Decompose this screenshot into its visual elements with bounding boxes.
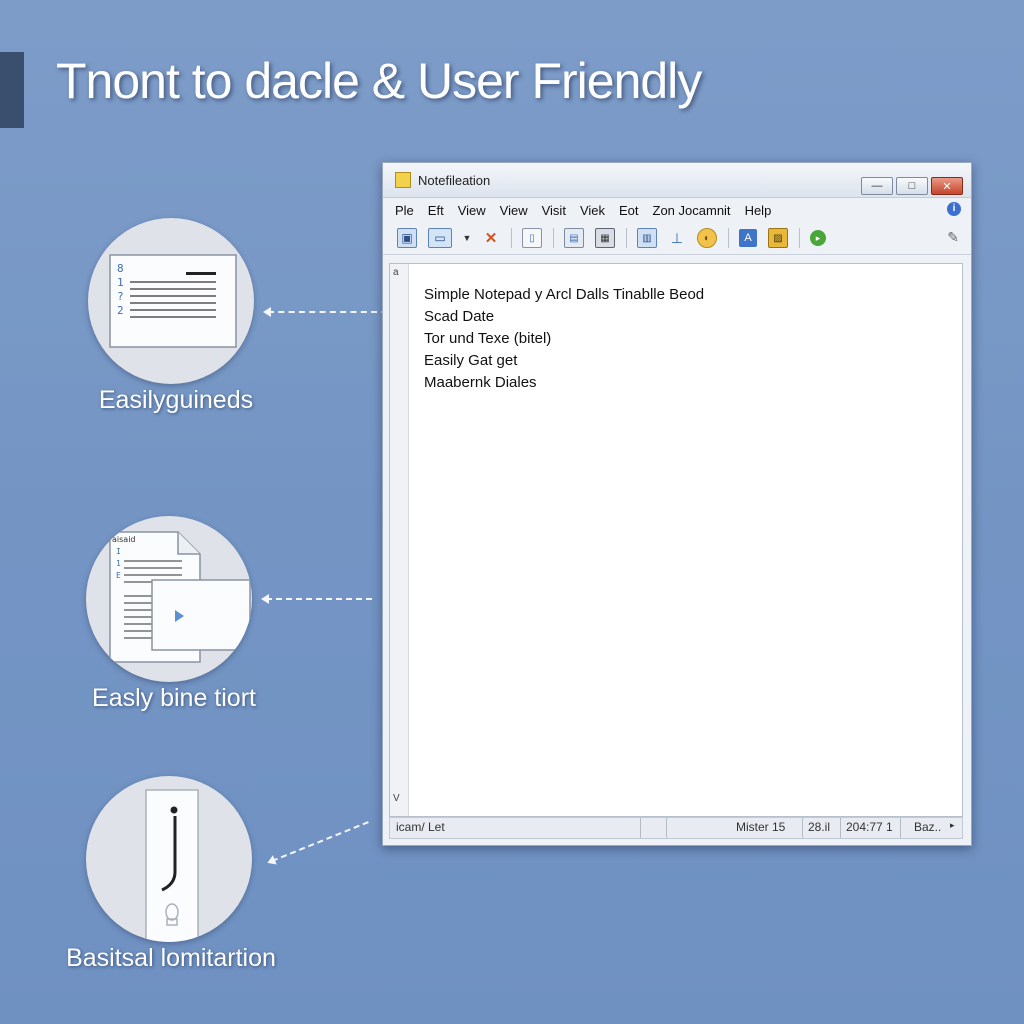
find-icon[interactable]: ⊥ [668,229,686,247]
status-left: icam/ Let [396,820,445,834]
app-icon [395,172,411,188]
menu-item-viek[interactable]: Viek [580,203,605,218]
svg-text:aisaid: aisaid [112,535,136,544]
status-column: 28.il [808,820,831,834]
feature-circle-2: aisaid I 1 E [86,516,252,682]
editor-line: Easily Gat get [424,352,518,369]
feature-caption-3: Basitsal lomitartion [66,944,276,972]
menu-item-file[interactable]: Ple [395,203,414,218]
toolbar-separator [553,228,554,248]
status-arrow-icon[interactable]: ▸ [950,820,955,831]
editor-line: Simple Notepad y Arcl Dalls Tinablle Beo… [424,286,705,303]
menu-item-eot[interactable]: Eot [619,203,639,218]
dropdown-icon[interactable]: ▼ [463,229,472,247]
notepad-window[interactable]: Notefileation — □ ✕ Ple Eft View View Vi… [382,162,972,846]
svg-text:I: I [116,547,121,556]
go-icon[interactable]: ▸ [810,230,826,246]
menu-item-view-2[interactable]: View [500,203,528,218]
title-bar[interactable]: Notefileation — □ ✕ [383,163,971,198]
editor-line: Maabernk Diales [424,374,537,391]
svg-text:8: 8 [117,262,124,275]
feature-caption-2: Easly bine tiort [92,684,256,712]
bold-icon[interactable]: ◐ [697,228,717,248]
window-title: Notefileation [418,172,491,188]
status-position: Mister 15 [736,820,786,834]
status-count: 204:77 1 [846,820,893,834]
new-icon[interactable]: ▣ [397,228,417,248]
scroll-up-arrow[interactable]: a [393,267,399,278]
toolbar-separator [511,228,512,248]
menu-bar: Ple Eft View View Visit Viek Eot Zon Joc… [383,198,971,222]
editor-content[interactable]: Simple Notepad y Arcl Dalls Tinablle Beo… [424,284,704,394]
copy-icon[interactable]: ▯ [522,228,542,248]
close-button[interactable]: ✕ [931,177,963,195]
cursor-icon [145,789,199,942]
scroll-down-arrow[interactable]: V [393,793,400,804]
open-icon[interactable]: ▭ [428,228,452,248]
toolbar-separator [626,228,627,248]
toolbar-separator [728,228,729,248]
feature-circle-1: 8 1 ? 2 [88,218,254,384]
pencil-icon[interactable]: ✎ [947,229,959,246]
format-icon[interactable]: A [739,229,757,247]
page-title: Tnont to dacle & User Friendly [56,53,702,109]
vertical-scrollbar[interactable]: a V [390,264,409,816]
menu-item-zoom[interactable]: Zon Jocamnit [653,203,731,218]
maximize-button[interactable]: □ [896,177,928,195]
status-separator [666,818,667,838]
feature-caption-1: Easilyguineds [98,386,254,414]
svg-text:?: ? [117,290,124,303]
svg-text:1: 1 [116,559,121,568]
info-icon[interactable]: i [947,202,961,216]
image-icon[interactable]: ▨ [768,228,788,248]
svg-text:2: 2 [117,304,124,317]
menu-item-help[interactable]: Help [745,203,772,218]
svg-text:1: 1 [117,276,124,289]
editor-line: Tor und Texe (bitel) [424,330,552,347]
document-lines-icon: 8 1 ? 2 [109,254,237,348]
menu-item-edit[interactable]: Eft [428,203,444,218]
accent-bar [0,52,24,128]
status-bar: icam/ Let Mister 15 28.il 204:77 1 Baz..… [389,817,963,839]
menu-item-visit[interactable]: Visit [542,203,566,218]
status-separator [840,818,841,838]
toolbar-separator [799,228,800,248]
feature-circle-3 [86,776,252,942]
toolbar: ▣ ▭ ▼ ✕ ▯ ▤ ▦ ▥ ⊥ ◐ A ▨ ▸ ✎ [383,222,971,255]
connector-arrow-3 [271,821,369,862]
menu-item-view[interactable]: View [458,203,486,218]
paste-icon[interactable]: ▤ [564,228,584,248]
connector-arrow-2 [266,598,372,600]
text-editor[interactable]: a V Simple Notepad y Arcl Dalls Tinablle… [389,263,963,817]
calc-icon[interactable]: ▦ [595,228,615,248]
documents-play-icon: aisaid I 1 E [109,531,251,663]
cut-icon[interactable]: ✕ [482,229,500,247]
status-separator [900,818,901,838]
status-encoding: Baz.. [914,820,942,834]
status-separator [802,818,803,838]
minimize-button[interactable]: — [861,177,893,195]
svg-text:E: E [116,571,121,580]
editor-line: Scad Date [424,308,495,325]
status-separator [640,818,641,838]
print-icon[interactable]: ▥ [637,228,657,248]
